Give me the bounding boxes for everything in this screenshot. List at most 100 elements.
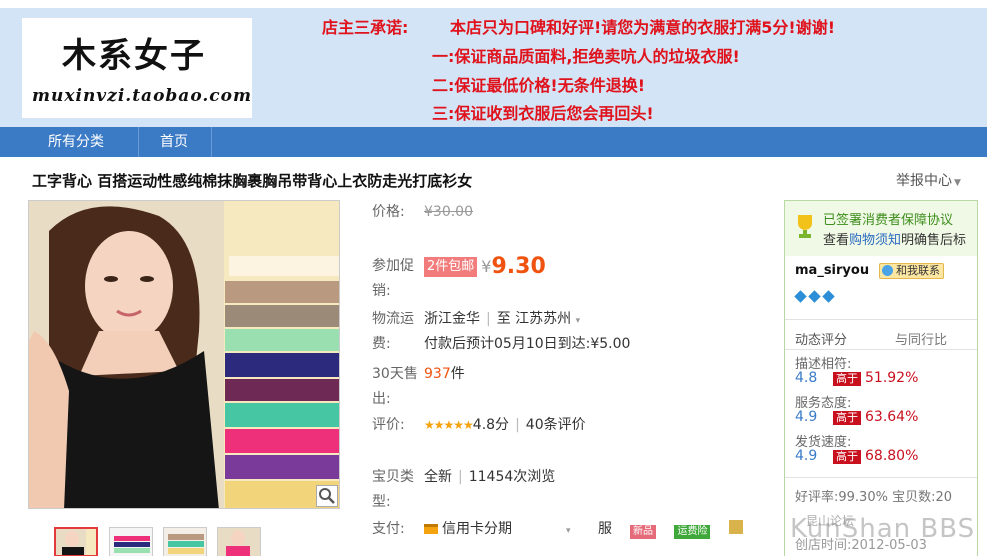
review-count-link[interactable]: 40条评价 <box>526 417 586 433</box>
watermark-cn: 昆山论坛 <box>806 514 855 528</box>
shopping-notice-link[interactable]: 购物须知 <box>849 233 901 248</box>
promise-3: 三:保证收到衣服后您会再回头! <box>432 104 654 123</box>
seller-panel: 已签署消费者保障协议 查看购物须知明确售后标 ma_siryou 和我联系 动态… <box>784 200 978 556</box>
credit-card-icon <box>424 524 438 534</box>
rating-stars: ★★★★★ <box>424 418 474 432</box>
ship-speed-pct: 68.80% <box>865 448 919 464</box>
divider <box>785 477 977 478</box>
good-rate: 好评率:99.30% 宝贝数:20 <box>795 490 953 505</box>
sales-count: 937 <box>424 366 451 382</box>
shop-banner: 木系女子 muxinvzi.taobao.com 店主三承诺: 本店只为口碑和好… <box>0 8 987 127</box>
signed-protection[interactable]: 已签署消费者保障协议 <box>823 209 953 228</box>
shipping-route: 浙江金华 | 至 江苏苏州 ▾ <box>424 311 581 327</box>
new-badge[interactable]: 新品 <box>630 525 656 539</box>
payment-row[interactable]: 信用卡分期 <box>424 517 512 542</box>
check-prefix: 查看 <box>823 233 850 248</box>
ship-to-select[interactable]: 江苏苏州 <box>515 311 571 327</box>
ship-to-prefix: 至 <box>496 311 511 327</box>
service-attitude-pct: 63.64% <box>865 409 919 425</box>
product-title: 工字背心 百搭运动性感纯棉抹胸裹胸吊带背心上衣防走光打底衫女 <box>32 172 473 190</box>
desc-higher-badge: 高于 <box>833 372 861 386</box>
trophy-icon <box>798 215 812 238</box>
sales-unit: 件 <box>450 366 465 382</box>
contact-seller-button[interactable]: 和我联系 <box>879 263 944 279</box>
chevron-down-icon[interactable]: ▾ <box>576 316 581 326</box>
desc-match-pct: 51.92% <box>865 370 919 386</box>
wangwang-icon <box>882 265 893 276</box>
magnifier-icon <box>319 488 335 504</box>
ship-higher-badge: 高于 <box>833 450 861 464</box>
nav-divider <box>211 127 212 157</box>
check-suffix: 明确售后标 <box>901 233 967 248</box>
ship-from: 浙江金华 <box>424 311 480 327</box>
payment-method: 信用卡分期 <box>442 521 512 537</box>
type-label: 宝贝类型: <box>372 469 414 510</box>
thumbnail-4[interactable] <box>217 527 261 556</box>
product-main-image[interactable] <box>28 200 340 509</box>
payment-dropdown[interactable]: ▾ <box>566 517 571 544</box>
report-label: 举报中心 <box>896 173 952 189</box>
original-price-value: ¥30.00 <box>424 204 473 220</box>
delivery-estimate: 付款后预计05月10日到达:¥5.00 <box>424 336 631 352</box>
sales-row: 937件 <box>424 362 465 387</box>
zoom-button[interactable] <box>316 485 338 507</box>
nav-all-categories[interactable]: 所有分类 <box>30 127 122 157</box>
promise-main: 本店只为口碑和好评!请您为满意的衣服打满5分!谢谢! <box>450 18 836 37</box>
rating-score: 4.8分 <box>472 417 510 433</box>
promise-1: 一:保证商品质面料,拒绝卖吭人的垃圾衣服! <box>432 47 740 66</box>
rating-label: 评价: <box>372 417 405 433</box>
rating-row: ★★★★★4.8分 | 40条评价 <box>424 417 586 433</box>
chevron-down-icon: ▼ <box>954 178 961 188</box>
thumbnail-image <box>56 529 96 555</box>
nav-home[interactable]: 首页 <box>139 127 209 157</box>
freight-insurance-badge[interactable]: 运费险 <box>674 525 711 539</box>
type-row: 全新 | 11454次浏览 <box>424 469 556 485</box>
thumbnail-3[interactable] <box>163 527 207 556</box>
thumbnail-image <box>218 528 260 556</box>
promo-price: 9.30 <box>491 254 546 279</box>
thumbnail-1[interactable] <box>54 527 98 556</box>
chevron-down-icon: ▾ <box>566 526 571 536</box>
contact-label: 和我联系 <box>896 264 940 277</box>
divider <box>785 319 977 320</box>
ship-speed-score[interactable]: 4.9 <box>795 448 817 464</box>
promo-label: 参加促销: <box>372 258 414 299</box>
shop-name: 木系女子 <box>62 36 206 76</box>
consumer-protection: 已签署消费者保障协议 查看购物须知明确售后标 <box>785 201 977 256</box>
diamond-icon <box>794 290 807 303</box>
currency-symbol: ¥ <box>481 257 492 276</box>
service-label: 服 <box>598 521 612 537</box>
promo-price-row: 2件包邮 ¥9.30 <box>424 254 546 280</box>
condition: 全新 <box>424 469 452 485</box>
price-label: 价格: <box>372 204 405 220</box>
divider <box>785 349 977 350</box>
service-higher-badge: 高于 <box>833 411 861 425</box>
seller-name[interactable]: ma_siryou <box>795 263 869 278</box>
shop-logo[interactable]: 木系女子 muxinvzi.taobao.com <box>22 18 252 118</box>
guarantee-icon[interactable] <box>728 520 743 534</box>
badge-row: 新品 运费险 <box>630 520 743 539</box>
diamond-icon <box>808 290 821 303</box>
desc-match-score[interactable]: 4.8 <box>795 370 817 386</box>
promise-2: 二:保证最低价格!无条件退换! <box>432 76 645 95</box>
peer-compare-label: 与同行比 <box>895 333 948 348</box>
promise-title: 店主三承诺: <box>322 18 409 37</box>
dynamic-rating-label: 动态评分 <box>795 333 848 348</box>
check-rules: 查看购物须知明确售后标 <box>823 229 966 248</box>
shop-nav-bar: 所有分类 首页 <box>0 127 987 157</box>
promo-tag[interactable]: 2件包邮 <box>424 256 478 277</box>
shipping-label: 物流运费: <box>372 311 414 352</box>
report-center-link[interactable]: 举报中心 ▼ <box>896 170 961 190</box>
thumbnail-image <box>110 528 152 556</box>
payment-label: 支付: <box>372 521 405 537</box>
sales-label: 30天售出: <box>372 366 418 407</box>
thumbnail-2[interactable] <box>109 527 153 556</box>
original-price: ¥30.00 <box>424 200 473 225</box>
seller-level[interactable] <box>794 290 837 303</box>
diamond-icon <box>822 290 835 303</box>
shop-url: muxinvzi.taobao.com <box>32 86 252 106</box>
view-count: 11454次浏览 <box>468 469 556 485</box>
product-photo <box>29 201 339 508</box>
thumbnail-image <box>164 528 206 556</box>
service-attitude-score[interactable]: 4.9 <box>795 409 817 425</box>
